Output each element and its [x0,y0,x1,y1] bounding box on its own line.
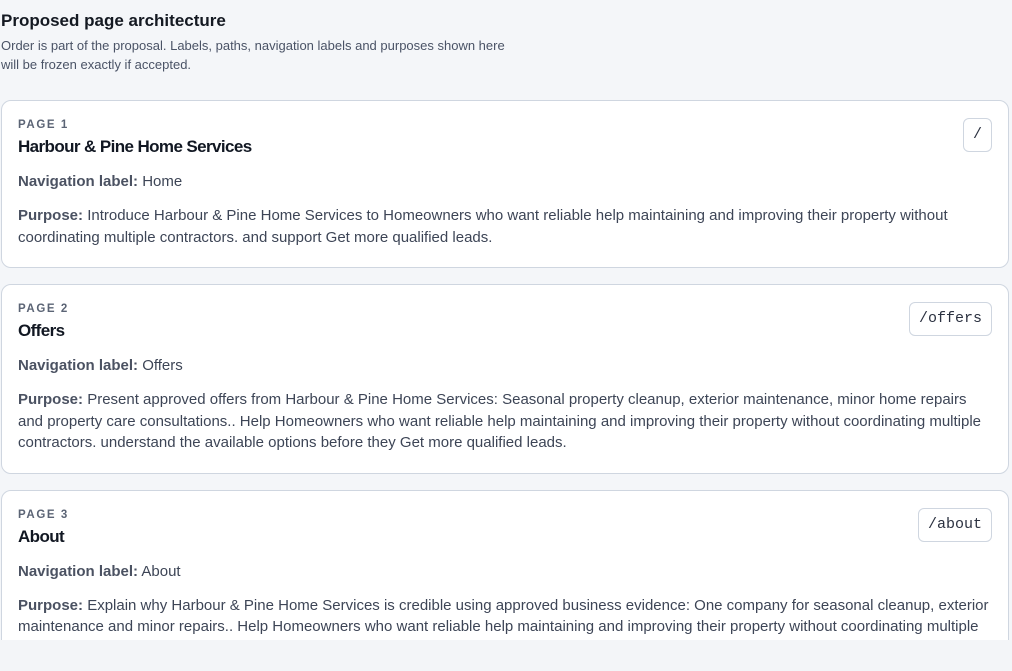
page-card: PAGE 3 About /about Navigation label: Ab… [1,489,1009,641]
navigation-label-key: Navigation label: [18,357,139,374]
page-list: PAGE 1 Harbour & Pine Home Services / Na… [0,100,1012,640]
purpose-value: Introduce Harbour & Pine Home Services t… [18,207,948,246]
purpose-row: Purpose: Introduce Harbour & Pine Home S… [18,205,992,248]
page-architecture-view: Proposed page architecture Order is part… [0,0,1012,640]
navigation-label-value: Home [142,173,183,190]
page-number: PAGE 1 [18,119,69,131]
page-subtitle: Order is part of the proposal. Labels, p… [1,38,505,72]
purpose-value: Explain why Harbour & Pine Home Services… [18,596,989,641]
navigation-label-key: Navigation label: [18,173,139,190]
navigation-label-row: Navigation label: Offers [18,356,992,376]
page-label: Offers [18,321,65,340]
purpose-key: Purpose: [18,207,84,224]
page-card: PAGE 2 Offers /offers Navigation label: … [1,284,1009,474]
navigation-label-key: Navigation label: [18,562,139,580]
page-header: Proposed page architecture Order is part… [0,0,1012,74]
page-number: PAGE 2 [18,303,69,315]
navigation-label-row: Navigation label: Home [18,172,992,192]
page-card: PAGE 1 Harbour & Pine Home Services / Na… [1,100,1009,268]
page-path-badge: /offers [908,302,992,336]
bottom-strip [0,640,1012,671]
page-label: Harbour & Pine Home Services [18,137,252,156]
purpose-key: Purpose: [18,391,84,408]
navigation-label-value: Offers [142,357,183,374]
purpose-row: Purpose: Present approved offers from Ha… [18,389,992,454]
page-label: About [18,526,65,546]
page-title: Proposed page architecture [1,11,226,30]
page-path-badge: /about [917,507,992,542]
page-number: PAGE 3 [18,508,69,521]
navigation-label-row: Navigation label: About [18,562,992,582]
page-path-badge: / [962,118,992,152]
purpose-key: Purpose: [18,596,84,614]
purpose-row: Purpose: Explain why Harbour & Pine Home… [18,595,992,641]
navigation-label-value: About [141,562,181,580]
purpose-value: Present approved offers from Harbour & P… [18,391,982,451]
